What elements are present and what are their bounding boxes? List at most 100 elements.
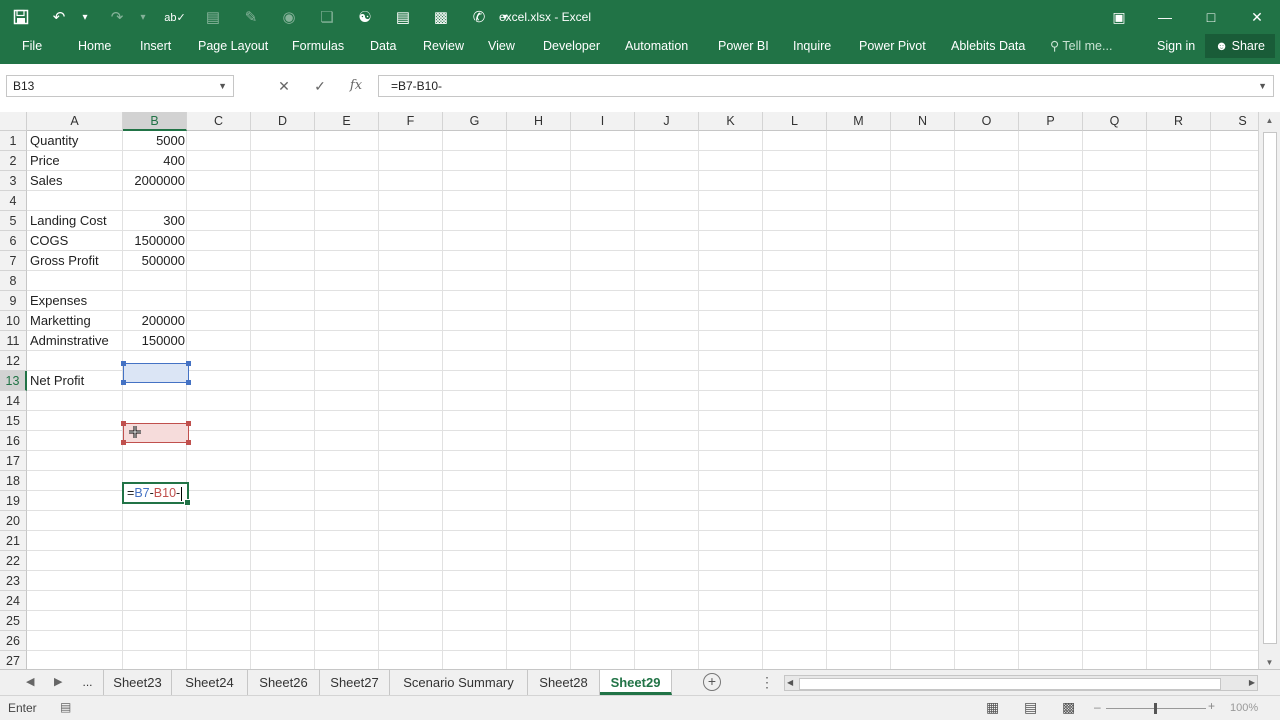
column-header-r[interactable]: R xyxy=(1147,112,1211,131)
cancel-icon[interactable]: ✕ xyxy=(266,75,302,97)
spreadsheet-grid[interactable]: ABCDEFGHIJKLMNOPQRS 1 2 3 4 5 6 7 8 9 10 11 12 13 14 1… xyxy=(0,112,1258,669)
sheet-tab-sheet27[interactable]: Sheet27 xyxy=(320,670,390,695)
cell-a1[interactable]: Quantity xyxy=(30,131,78,151)
row-header-8[interactable]: 8 xyxy=(0,271,27,291)
active-cell-b13[interactable]: =B7-B10- xyxy=(122,482,191,506)
column-header-c[interactable]: C xyxy=(187,112,251,131)
horizontal-scrollbar[interactable]: ◀ ▶ xyxy=(784,675,1258,691)
column-header-n[interactable]: N xyxy=(891,112,955,131)
vertical-scrollbar[interactable]: ▲ ▼ xyxy=(1258,112,1280,669)
row-header-11[interactable]: 11 xyxy=(0,331,27,351)
tab-power-bi[interactable]: Power BI xyxy=(718,34,769,58)
sign-in-link[interactable]: Sign in xyxy=(1157,34,1195,58)
ref-handle[interactable] xyxy=(186,380,191,385)
ref-handle[interactable] xyxy=(186,361,191,366)
cell-a6[interactable]: COGS xyxy=(30,231,68,251)
insert-function-icon[interactable]: fx xyxy=(338,75,374,97)
row-header-27[interactable]: 27 xyxy=(0,651,27,669)
column-header-h[interactable]: H xyxy=(507,112,571,131)
ref-handle[interactable] xyxy=(186,440,191,445)
row-header-14[interactable]: 14 xyxy=(0,391,27,411)
cell-b7[interactable]: 500000 xyxy=(123,251,187,271)
ref-handle[interactable] xyxy=(186,421,191,426)
row-header-7[interactable]: 7 xyxy=(0,251,27,271)
cell-b5[interactable]: 300 xyxy=(123,211,187,231)
enter-check-icon[interactable]: ✓ xyxy=(302,75,338,97)
column-header-s[interactable]: S xyxy=(1211,112,1258,131)
name-box[interactable]: B13 ▼ xyxy=(6,75,234,97)
row-header-15[interactable]: 15 xyxy=(0,411,27,431)
column-header-o[interactable]: O xyxy=(955,112,1019,131)
tab-power-pivot[interactable]: Power Pivot xyxy=(859,34,926,58)
row-header-18[interactable]: 18 xyxy=(0,471,27,491)
scroll-right-icon[interactable]: ▶ xyxy=(1249,676,1255,690)
sheet-split-handle[interactable]: ⋮ xyxy=(760,670,774,695)
page-break-view-icon[interactable]: ▩ xyxy=(1062,699,1075,716)
tab-formulas[interactable]: Formulas xyxy=(292,34,344,58)
row-header-1[interactable]: 1 xyxy=(0,131,27,151)
tab-insert[interactable]: Insert xyxy=(140,34,171,58)
zoom-in-icon[interactable]: + xyxy=(1208,699,1215,713)
tab-automation[interactable]: Automation xyxy=(625,34,688,58)
sheet-more-button[interactable]: ... xyxy=(72,670,104,695)
row-header-16[interactable]: 16 xyxy=(0,431,27,451)
cell-b2[interactable]: 400 xyxy=(123,151,187,171)
row-header-20[interactable]: 20 xyxy=(0,511,27,531)
column-header-a[interactable]: A xyxy=(27,112,123,131)
tab-review[interactable]: Review xyxy=(423,34,464,58)
sheet-tab-sheet29[interactable]: Sheet29 xyxy=(600,670,672,695)
row-header-2[interactable]: 2 xyxy=(0,151,27,171)
cell-a3[interactable]: Sales xyxy=(30,171,63,191)
cell-b10[interactable]: 200000 xyxy=(123,311,187,331)
row-header-13[interactable]: 13 xyxy=(0,371,27,391)
select-all-corner[interactable] xyxy=(0,112,27,131)
formula-input[interactable]: =B7-B10- ▼ xyxy=(378,75,1274,97)
ref-handle[interactable] xyxy=(121,361,126,366)
ribbon-display-icon[interactable]: ▣ xyxy=(1096,0,1142,34)
ref-handle[interactable] xyxy=(121,380,126,385)
ref-handle[interactable] xyxy=(121,421,126,426)
column-header-q[interactable]: Q xyxy=(1083,112,1147,131)
column-header-f[interactable]: F xyxy=(379,112,443,131)
row-header-24[interactable]: 24 xyxy=(0,591,27,611)
row-header-4[interactable]: 4 xyxy=(0,191,27,211)
maximize-icon[interactable]: □ xyxy=(1188,0,1234,34)
row-header-6[interactable]: 6 xyxy=(0,231,27,251)
sheet-tab-sheet26[interactable]: Sheet26 xyxy=(248,670,320,695)
zoom-out-icon[interactable]: – xyxy=(1094,700,1101,714)
sheet-tab-sheet23[interactable]: Sheet23 xyxy=(104,670,172,695)
tab-developer[interactable]: Developer xyxy=(543,34,600,58)
macro-record-icon[interactable]: ▤ xyxy=(60,700,71,714)
share-button[interactable]: ☻ Share xyxy=(1205,34,1275,58)
cell-b11[interactable]: 150000 xyxy=(123,331,187,351)
cell-a9[interactable]: Expenses xyxy=(30,291,87,311)
cell-a13[interactable]: Net Profit xyxy=(30,371,84,391)
cell-a10[interactable]: Marketting xyxy=(30,311,91,331)
column-header-i[interactable]: I xyxy=(571,112,635,131)
close-icon[interactable]: ✕ xyxy=(1234,0,1280,34)
column-header-m[interactable]: M xyxy=(827,112,891,131)
row-header-9[interactable]: 9 xyxy=(0,291,27,311)
tell-me-search[interactable]: ⚲ Tell me... xyxy=(1050,34,1112,58)
column-header-e[interactable]: E xyxy=(315,112,379,131)
zoom-level[interactable]: 100% xyxy=(1230,702,1258,714)
sheet-tab-sheet28[interactable]: Sheet28 xyxy=(528,670,600,695)
zoom-slider[interactable] xyxy=(1106,703,1206,714)
row-header-10[interactable]: 10 xyxy=(0,311,27,331)
column-header-p[interactable]: P xyxy=(1019,112,1083,131)
tab-file[interactable]: File xyxy=(22,34,42,58)
sheet-prev-icon[interactable]: ◀ xyxy=(26,670,34,695)
cell-a5[interactable]: Landing Cost xyxy=(30,211,107,231)
scroll-down-icon[interactable]: ▼ xyxy=(1259,658,1280,667)
normal-view-icon[interactable]: ▦ xyxy=(986,699,999,716)
column-header-l[interactable]: L xyxy=(763,112,827,131)
tab-data[interactable]: Data xyxy=(370,34,396,58)
cell-a7[interactable]: Gross Profit xyxy=(30,251,99,271)
row-header-19[interactable]: 19 xyxy=(0,491,27,511)
minimize-icon[interactable]: — xyxy=(1142,0,1188,34)
page-layout-view-icon[interactable]: ▤ xyxy=(1024,699,1037,716)
row-header-25[interactable]: 25 xyxy=(0,611,27,631)
row-header-5[interactable]: 5 xyxy=(0,211,27,231)
tab-ablebits-data[interactable]: Ablebits Data xyxy=(951,34,1025,58)
expand-formula-icon[interactable]: ▼ xyxy=(1258,76,1267,96)
